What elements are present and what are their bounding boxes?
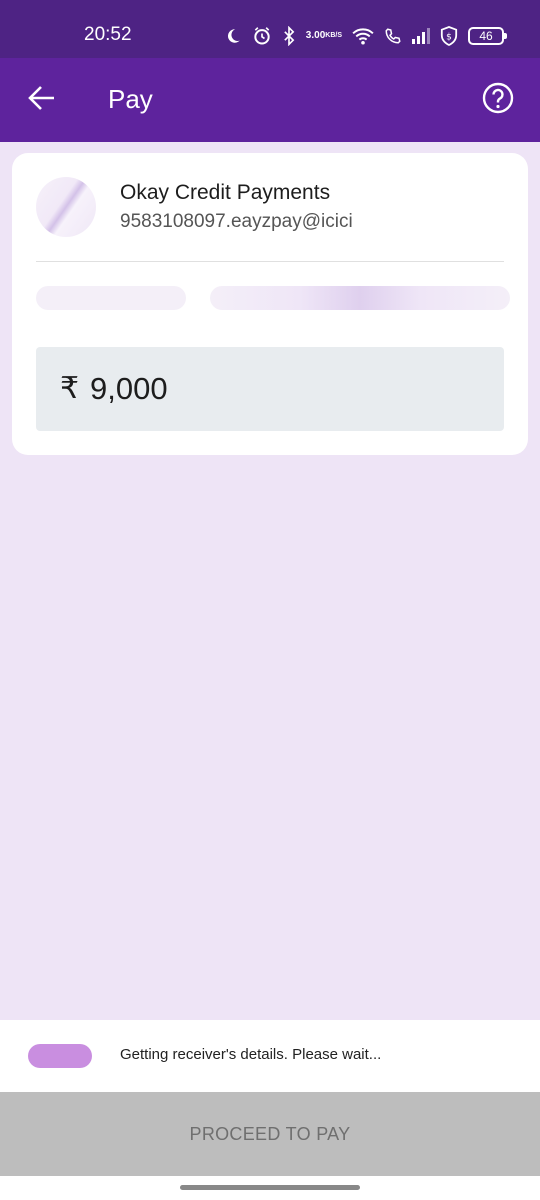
signal-icon xyxy=(412,28,430,44)
payee-upi-id: 9583108097.eayzpay@icici xyxy=(120,211,353,232)
status-icons: 3.00 KB/S $ 46 xyxy=(224,22,507,50)
network-speed-unit: KB/S xyxy=(325,32,342,39)
loading-strip: Getting receiver's details. Please wait.… xyxy=(0,1020,540,1092)
battery-icon: 46 xyxy=(468,27,507,45)
question-circle-icon xyxy=(482,82,514,114)
loading-message: Getting receiver's details. Please wait.… xyxy=(120,1046,382,1063)
status-time: 20:52 xyxy=(84,24,132,45)
network-speed-value: 3.00 xyxy=(305,30,326,41)
moon-icon xyxy=(224,27,242,45)
gesture-handle[interactable] xyxy=(180,1185,360,1190)
shield-icon: $ xyxy=(440,26,458,46)
back-button[interactable] xyxy=(26,82,58,114)
page-title: Pay xyxy=(108,84,153,114)
status-bar: 20:52 3.00 KB/S $ 46 xyxy=(0,0,540,58)
wifi-icon xyxy=(352,27,374,45)
bluetooth-icon xyxy=(282,26,296,46)
alarm-icon xyxy=(252,26,272,46)
amount-input[interactable]: ₹ 9,000 xyxy=(36,347,504,431)
system-nav-bar xyxy=(0,1176,540,1200)
arrow-left-icon xyxy=(28,86,54,110)
loading-indicator xyxy=(28,1044,92,1068)
amount-value: 9,000 xyxy=(90,371,168,406)
call-icon xyxy=(384,27,402,45)
divider xyxy=(36,261,504,262)
network-speed: 3.00 KB/S xyxy=(306,31,342,41)
help-button[interactable] xyxy=(482,82,514,114)
loading-placeholder-short xyxy=(36,286,186,310)
payee-avatar xyxy=(36,177,96,237)
payee-card: Okay Credit Payments 9583108097.eayzpay@… xyxy=(12,153,528,455)
app-bar: Pay xyxy=(0,58,540,142)
loading-placeholder-long xyxy=(210,286,510,310)
proceed-to-pay-button[interactable]: PROCEED TO PAY xyxy=(0,1092,540,1176)
currency-symbol: ₹ xyxy=(60,372,80,405)
payee-name: Okay Credit Payments xyxy=(120,181,331,204)
svg-text:$: $ xyxy=(446,33,452,43)
